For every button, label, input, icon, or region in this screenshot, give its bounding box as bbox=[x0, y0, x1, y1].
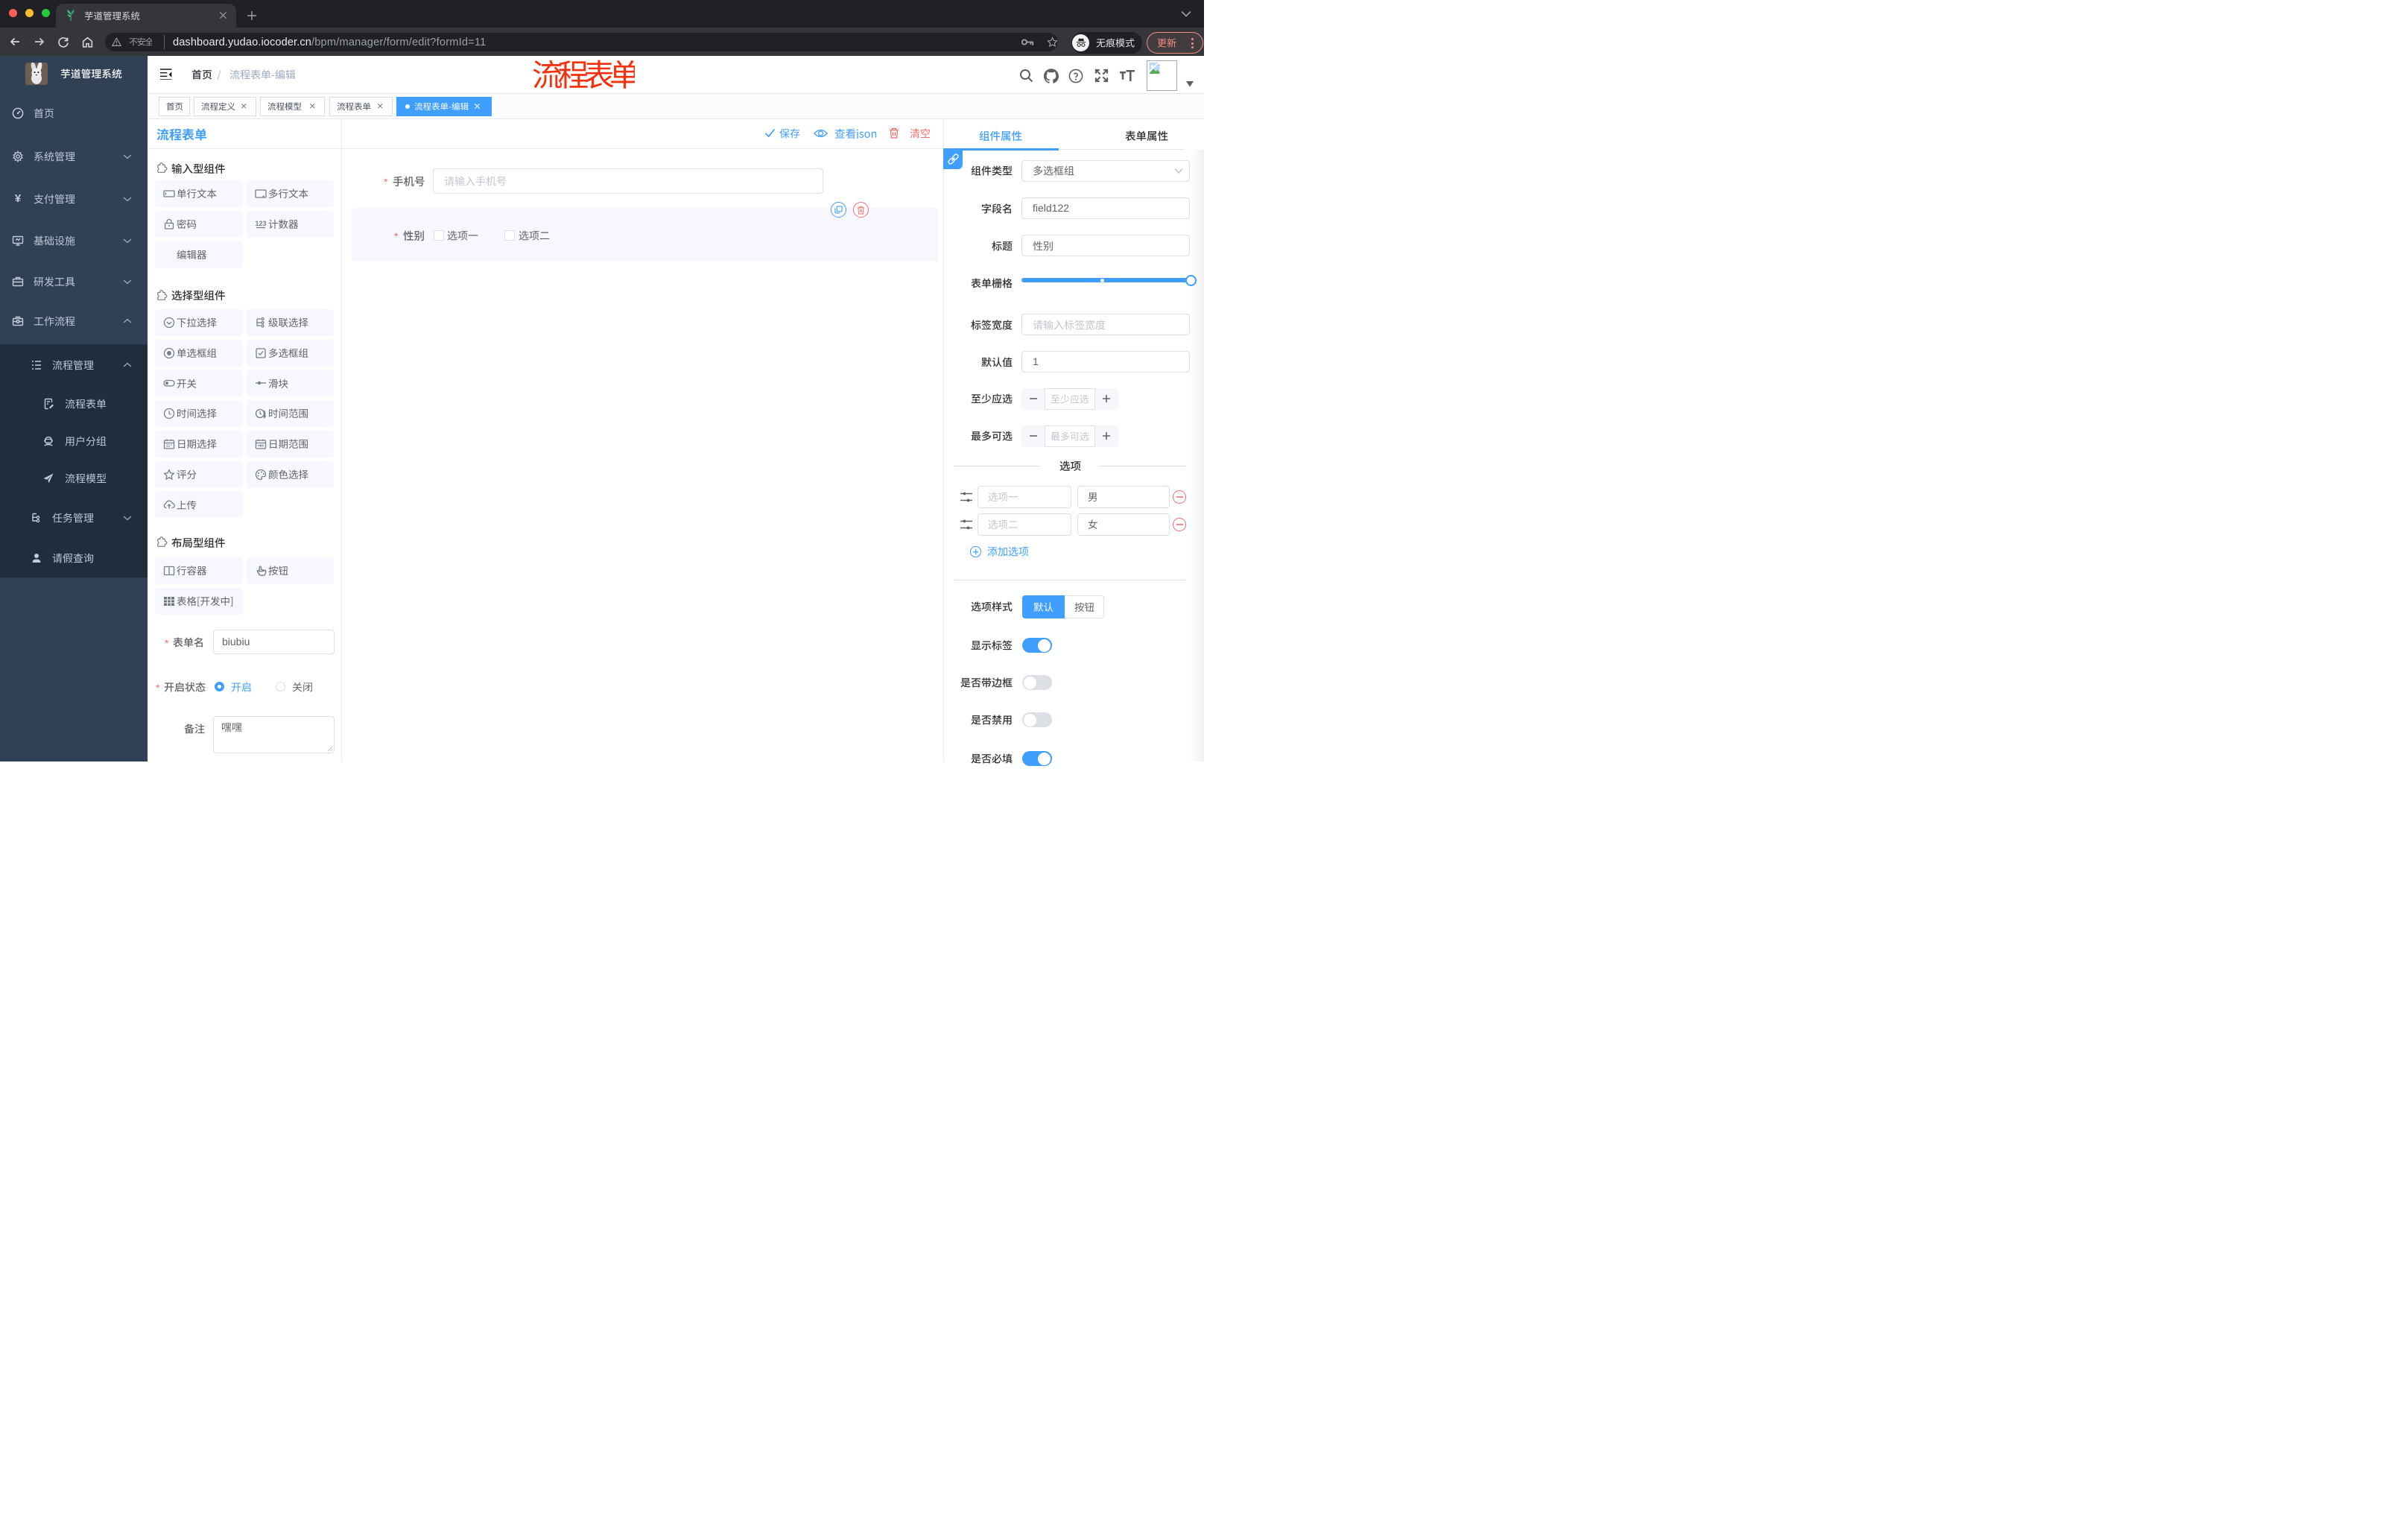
svg-text:123: 123 bbox=[255, 220, 266, 227]
